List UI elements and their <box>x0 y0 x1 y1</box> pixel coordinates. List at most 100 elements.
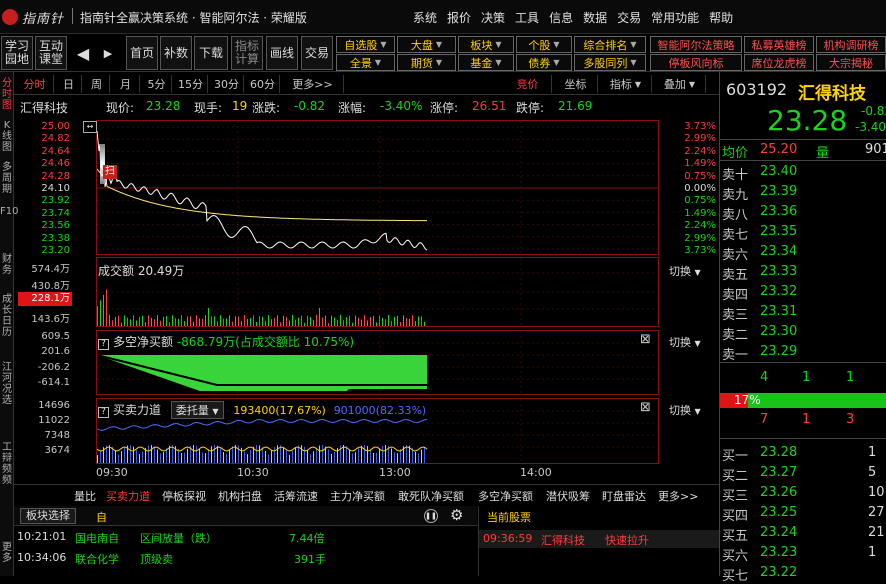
period-day[interactable]: 日 <box>56 75 82 93</box>
tab-institution-scan[interactable]: 机构扫盘 <box>218 488 262 504</box>
limit-board-button[interactable]: 停板风向标 <box>650 54 742 71</box>
expand-icon[interactable]: ↔ <box>83 121 97 133</box>
ask-row[interactable]: 卖一 23.29 <box>720 343 886 363</box>
nav-watchlist[interactable]: 自选股 ▼ <box>336 36 395 53</box>
institution-survey-button[interactable]: 机构调研榜 <box>816 36 886 53</box>
menu-decision[interactable]: 决策 <box>481 9 505 26</box>
ask-row[interactable]: 卖六 23.34 <box>720 243 886 263</box>
menu-quote[interactable]: 报价 <box>447 9 471 26</box>
home-button[interactable]: 首页 <box>126 36 158 70</box>
force-switch[interactable]: 切换 ▼ <box>669 402 701 418</box>
overlay-button[interactable]: 叠加 ▼ <box>654 75 706 93</box>
nav-bonds[interactable]: 债券 ▼ <box>516 54 572 71</box>
ask-row[interactable]: 卖四 23.32 <box>720 283 886 303</box>
self-label[interactable]: 自 <box>96 509 107 525</box>
axis-button[interactable]: 坐标 <box>554 75 598 93</box>
bid-row[interactable]: 买七 23.22 <box>720 564 886 584</box>
bid-row[interactable]: 买四 23.25 27 <box>720 504 886 524</box>
netbuy-switch[interactable]: 切换 ▼ <box>669 334 701 350</box>
tab-limit-watch[interactable]: 停板探视 <box>162 488 206 504</box>
ask-row[interactable]: 卖三 23.31 <box>720 303 886 323</box>
tab-more[interactable]: 更多 <box>0 542 14 564</box>
tab-finance[interactable]: 财务 <box>0 254 14 276</box>
trade-button[interactable]: 交易 <box>301 36 333 70</box>
nav-sector[interactable]: 板块 ▼ <box>458 36 514 53</box>
tab-kline[interactable]: K线图 <box>0 120 14 153</box>
supplement-data-button[interactable]: 补数 <box>160 36 192 70</box>
tab-growth-calendar[interactable]: 成长日历 <box>0 294 14 338</box>
period-30min[interactable]: 30分 <box>210 75 244 93</box>
private-fund-button[interactable]: 私募英雄榜 <box>744 36 814 53</box>
menu-help[interactable]: 帮助 <box>709 9 733 26</box>
list-item[interactable]: 09:36:59 汇得科技 快速拉升 <box>479 530 719 548</box>
list-item[interactable]: 10:34:06 联合化学 顶级卖 391手 <box>14 551 477 569</box>
back-arrow-icon[interactable]: ◀ <box>70 36 96 70</box>
period-15min[interactable]: 15分 <box>174 75 208 93</box>
ask-row[interactable]: 卖二 23.30 <box>720 323 886 343</box>
nav-market[interactable]: 大盘 ▼ <box>397 36 456 53</box>
list-item[interactable]: 10:21:01 国电南自 区间放量（跌） 7.44倍 <box>14 530 477 548</box>
study-button[interactable]: 学习园地 <box>1 36 33 70</box>
period-5min[interactable]: 5分 <box>142 75 172 93</box>
bid-row[interactable]: 买二 23.27 5 <box>720 464 886 484</box>
bid-row[interactable]: 买一 23.28 1 <box>720 444 886 464</box>
period-60min[interactable]: 60分 <box>246 75 280 93</box>
help-icon[interactable]: ? <box>98 407 109 418</box>
indicator-calc-button[interactable]: 指标计算 <box>231 36 263 70</box>
nav-ranking[interactable]: 综合排名 ▼ <box>574 36 646 53</box>
tab-tools[interactable]: 工辩频频 <box>0 442 14 486</box>
tab-multi-period[interactable]: 多周期 <box>0 162 14 195</box>
forward-arrow-icon[interactable]: ▶ <box>100 36 116 70</box>
call-auction-button[interactable]: 竞价 <box>504 75 552 93</box>
menu-data[interactable]: 数据 <box>583 9 607 26</box>
tab-intraday[interactable]: 分时图 <box>0 78 14 111</box>
tab-dare-net-buy[interactable]: 敢死队净买额 <box>398 488 464 504</box>
menu-common[interactable]: 常用功能 <box>651 9 699 26</box>
tab-lurk-accum[interactable]: 潜伏吸筹 <box>546 488 590 504</box>
period-week[interactable]: 周 <box>84 75 110 93</box>
bid-row[interactable]: 买五 23.24 21 <box>720 524 886 544</box>
tab-main-net-buy[interactable]: 主力净买额 <box>330 488 385 504</box>
help-icon[interactable]: ? <box>98 339 109 350</box>
alpha-strategy-button[interactable]: 智能阿尔法策略 <box>650 36 742 53</box>
close-icon[interactable]: ⊠ <box>640 400 651 415</box>
tab-active-flow[interactable]: 活筹流速 <box>274 488 318 504</box>
block-trade-button[interactable]: 大宗揭秘 <box>816 54 886 71</box>
ask-row[interactable]: 卖七 23.35 <box>720 223 886 243</box>
tab-buy-sell-force[interactable]: 买卖力道 <box>106 488 150 504</box>
nav-stock[interactable]: 个股 ▼ <box>516 36 572 53</box>
seat-dragon-button[interactable]: 席位龙虎榜 <box>744 54 814 71</box>
force-mode-select[interactable]: 委托量 ▼ <box>170 401 224 419</box>
ask-row[interactable]: 卖九 23.39 <box>720 183 886 203</box>
ask-row[interactable]: 卖五 23.33 <box>720 263 886 283</box>
nav-futures[interactable]: 期货 ▼ <box>397 54 456 71</box>
pause-icon[interactable]: ❚❚ <box>424 509 438 523</box>
nav-panorama[interactable]: 全景 ▼ <box>336 54 395 71</box>
tab-long-short-net[interactable]: 多空净买额 <box>478 488 533 504</box>
bid-row[interactable]: 买六 23.23 1 <box>720 544 886 564</box>
bid-row[interactable]: 买三 23.26 10 <box>720 484 886 504</box>
menu-system[interactable]: 系统 <box>413 9 437 26</box>
tab-watch-radar[interactable]: 盯盘雷达 <box>602 488 646 504</box>
scan-mark[interactable]: 扫 <box>103 165 117 179</box>
tab-more[interactable]: 更多>> <box>658 488 698 504</box>
nav-funds[interactable]: 基金 ▼ <box>458 54 514 71</box>
menu-trade[interactable]: 交易 <box>617 9 641 26</box>
ask-row[interactable]: 卖十 23.40 <box>720 163 886 183</box>
nav-multi-stock[interactable]: 多股同列 ▼ <box>574 54 646 71</box>
menu-info[interactable]: 信息 <box>549 9 573 26</box>
ask-row[interactable]: 卖八 23.36 <box>720 203 886 223</box>
volume-switch[interactable]: 切换 ▼ <box>669 263 701 279</box>
live-class-button[interactable]: 互动课堂 <box>35 36 67 70</box>
period-more[interactable]: 更多>> <box>282 75 344 93</box>
sector-select-button[interactable]: 板块选择 <box>20 508 76 524</box>
close-icon[interactable]: ⊠ <box>640 332 651 347</box>
menu-tools[interactable]: 工具 <box>515 9 539 26</box>
draw-line-button[interactable]: 画线 <box>266 36 298 70</box>
period-month[interactable]: 月 <box>112 75 140 93</box>
indicator-button[interactable]: 指标 ▼ <box>600 75 652 93</box>
tab-river-select[interactable]: 江河况选 <box>0 362 14 406</box>
gear-icon[interactable]: ⚙ <box>450 506 463 524</box>
tab-volume-ratio[interactable]: 量比 <box>74 488 96 504</box>
download-button[interactable]: 下载 <box>194 36 228 70</box>
